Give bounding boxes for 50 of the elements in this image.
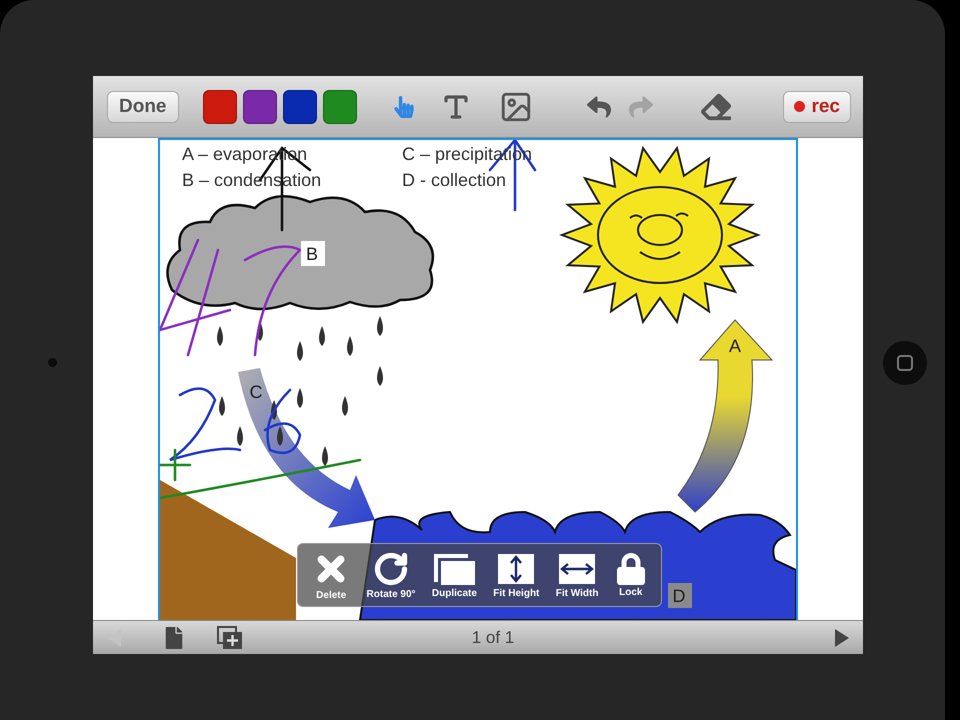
color-swatch[interactable] [282, 90, 316, 124]
lock-icon [614, 552, 647, 584]
color-swatch[interactable] [202, 90, 236, 124]
raindrop-drawing [347, 336, 353, 356]
right-triangle-icon [833, 628, 851, 648]
diagram-label: A [729, 336, 741, 356]
page-button[interactable] [163, 626, 185, 648]
raindrop-drawing [297, 341, 303, 361]
raindrop-drawing [237, 426, 243, 446]
add-page-button[interactable] [217, 626, 243, 650]
fit-height-icon [496, 552, 536, 586]
undo-icon [586, 94, 610, 118]
diagram-label: B [306, 244, 318, 264]
action-button[interactable]: Lock [612, 552, 649, 598]
action-button[interactable]: Rotate 90° [364, 550, 418, 600]
raindrop-drawing [257, 321, 263, 341]
done-button[interactable]: Done [107, 90, 178, 122]
color-swatch[interactable] [322, 90, 356, 124]
page-icon [163, 626, 185, 648]
color-swatch[interactable] [242, 90, 276, 124]
legend-text: D - collection [402, 170, 506, 190]
raindrop-drawing [271, 400, 277, 420]
duplicate-icon [432, 552, 476, 586]
action-button[interactable]: Fit Height [491, 552, 542, 598]
diagram-label: C [250, 382, 262, 402]
home-button[interactable] [883, 341, 927, 385]
raindrop-drawing [377, 316, 383, 336]
raindrop-drawing [219, 396, 225, 416]
raindrop-drawing [322, 446, 328, 466]
record-button[interactable]: rec [783, 90, 851, 122]
rotate-icon [373, 550, 410, 586]
raindrop-drawing [297, 388, 303, 408]
action-button[interactable]: Fit Width [554, 552, 600, 598]
redo-icon [628, 94, 652, 118]
raindrop-drawing [277, 426, 283, 446]
record-dot-icon [794, 101, 806, 112]
fit-width-icon [557, 552, 598, 586]
page-counter: 1 of 1 [470, 628, 516, 648]
raindrop-drawing [217, 326, 223, 346]
next-page-button[interactable] [833, 628, 851, 648]
raindrop-drawing [319, 326, 325, 346]
hand-pointer-icon [392, 96, 414, 118]
add-page-icon [217, 626, 243, 650]
diagram-label: D [672, 586, 686, 606]
action-button[interactable]: Duplicate [430, 552, 479, 598]
raindrop-drawing [342, 396, 348, 416]
camera-lens [48, 358, 57, 367]
raindrop-drawing [377, 366, 383, 386]
eraser-icon [700, 92, 730, 122]
action-button[interactable]: Delete [310, 550, 352, 600]
